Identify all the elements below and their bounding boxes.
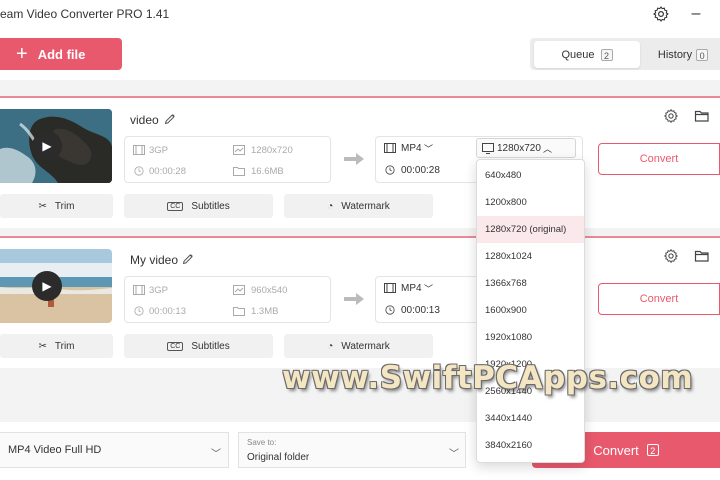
watermark-button[interactable]: ◔ Watermark: [284, 194, 433, 218]
clock-icon: [134, 306, 144, 316]
resolution-dropdown-menu: 640x480 1200x800 1280x720 (original) 128…: [476, 159, 585, 463]
clock-icon: [385, 165, 395, 175]
rename-pencil-icon[interactable]: [164, 113, 176, 125]
save-to-value: Original folder: [247, 452, 310, 463]
open-folder-icon[interactable]: [694, 248, 710, 264]
watermark-icon: ◔: [327, 200, 334, 212]
output-format[interactable]: MP4: [401, 143, 422, 154]
open-folder-icon[interactable]: [694, 108, 710, 124]
watermark-label: Watermark: [341, 200, 390, 212]
trim-button[interactable]: ✂ Trim: [0, 194, 113, 218]
tab-history-label: History: [657, 48, 693, 61]
play-icon[interactable]: ▶: [32, 271, 62, 301]
play-icon[interactable]: ▶: [32, 131, 62, 161]
profile-value: MP4 Video Full HD: [8, 444, 102, 456]
subtitles-button[interactable]: CC Subtitles: [124, 334, 273, 358]
resolution-option[interactable]: 3440x1440: [477, 405, 584, 432]
output-format[interactable]: MP4: [401, 283, 422, 294]
arrow-right-icon: [344, 153, 364, 165]
app-title: eam Video Converter PRO 1.41: [0, 7, 170, 21]
site-watermark: www.SwiftPCApps.com: [282, 360, 694, 396]
chevron-down-icon: ﹀: [211, 449, 221, 460]
queue-count-badge: 2: [600, 48, 613, 61]
resolution-icon: [233, 145, 245, 155]
scissors-icon: ✂: [38, 200, 47, 212]
subtitles-label: Subtitles: [191, 200, 230, 212]
input-info-box: 3GP 1280x720 00:00:28 16.6MB: [124, 136, 331, 183]
file-name: My video: [130, 253, 179, 267]
save-to-select[interactable]: Save to: Original folder ﹀: [238, 432, 466, 468]
tab-queue-label: Queue: [561, 48, 595, 61]
film-icon: [133, 285, 145, 295]
resolution-option[interactable]: 1600x900: [477, 297, 584, 324]
film-icon: [133, 145, 145, 155]
resolution-option[interactable]: 640x480: [477, 162, 584, 189]
monitor-icon: [482, 143, 494, 154]
subtitles-icon: CC: [167, 341, 184, 351]
convert-count-badge: 2: [646, 444, 659, 456]
convert-file-button[interactable]: Convert: [598, 283, 720, 315]
tab-history[interactable]: History 0: [646, 41, 720, 68]
resolution-option[interactable]: 1920x1080: [477, 324, 584, 351]
film-icon: [384, 283, 396, 293]
input-resolution: 1280x720: [251, 145, 293, 156]
clock-icon: [134, 166, 144, 176]
add-file-label: Add file: [37, 46, 86, 62]
resolution-option-selected[interactable]: 1280x720 (original): [477, 216, 584, 243]
file-settings-gear-icon[interactable]: [663, 248, 679, 264]
plus-icon: +: [16, 43, 28, 65]
video-thumbnail[interactable]: ▶: [0, 249, 112, 323]
file-settings-gear-icon[interactable]: [663, 108, 679, 124]
trim-button[interactable]: ✂ Trim: [0, 334, 113, 358]
resolution-option[interactable]: 3840x2160: [477, 432, 584, 459]
convert-file-button[interactable]: Convert: [598, 143, 720, 175]
folder-size-icon: [233, 167, 245, 176]
output-duration: 00:00:13: [401, 305, 440, 316]
input-size: 16.6MB: [251, 166, 284, 177]
chevron-down-icon: ﹀: [449, 449, 459, 460]
rename-pencil-icon[interactable]: [182, 253, 194, 265]
subtitles-button[interactable]: CC Subtitles: [124, 194, 273, 218]
add-file-button[interactable]: + Add file: [0, 38, 122, 70]
clock-icon: [385, 305, 395, 315]
resolution-option[interactable]: 1366x768: [477, 270, 584, 297]
resolution-select[interactable]: 1280x720 ︿: [476, 138, 576, 158]
trim-label: Trim: [54, 340, 75, 352]
resolution-option[interactable]: 1200x800: [477, 189, 584, 216]
arrow-right-icon: [344, 293, 364, 305]
minimize-button[interactable]: –: [686, 4, 706, 24]
subtitles-icon: CC: [167, 201, 184, 211]
save-to-label: Save to:: [247, 438, 277, 447]
subtitles-label: Subtitles: [191, 340, 230, 352]
input-duration: 00:00:28: [149, 166, 186, 177]
input-info-box: 3GP 960x540 00:00:13 1.3MB: [124, 276, 331, 323]
input-resolution: 960x540: [251, 285, 288, 296]
input-format: 3GP: [149, 145, 169, 156]
resolution-value: 1280x720: [497, 142, 541, 154]
film-icon: [384, 143, 396, 153]
resolution-option[interactable]: 1280x1024: [477, 243, 584, 270]
watermark-label: Watermark: [341, 340, 390, 352]
file-name: video: [130, 113, 159, 127]
input-size: 1.3MB: [251, 306, 279, 317]
convert-all-label: Convert: [593, 442, 639, 458]
trim-label: Trim: [54, 200, 75, 212]
watermark-icon: ◔: [327, 340, 334, 352]
input-duration: 00:00:13: [149, 306, 186, 317]
folder-size-icon: [233, 307, 245, 316]
chevron-down-icon: ﹀: [424, 144, 434, 154]
settings-gear-icon[interactable]: [652, 5, 670, 23]
tab-queue[interactable]: Queue 2: [534, 41, 640, 68]
video-thumbnail[interactable]: ▶: [0, 109, 112, 183]
input-format: 3GP: [149, 285, 169, 296]
chevron-up-icon: ︿: [543, 144, 553, 154]
scissors-icon: ✂: [38, 340, 47, 352]
watermark-button[interactable]: ◔ Watermark: [284, 334, 433, 358]
chevron-down-icon: ﹀: [424, 284, 434, 294]
resolution-icon: [233, 285, 245, 295]
output-duration: 00:00:28: [401, 165, 440, 176]
output-profile-select[interactable]: MP4 Video Full HD ﹀: [0, 432, 229, 468]
history-count-badge: 0: [696, 48, 709, 61]
